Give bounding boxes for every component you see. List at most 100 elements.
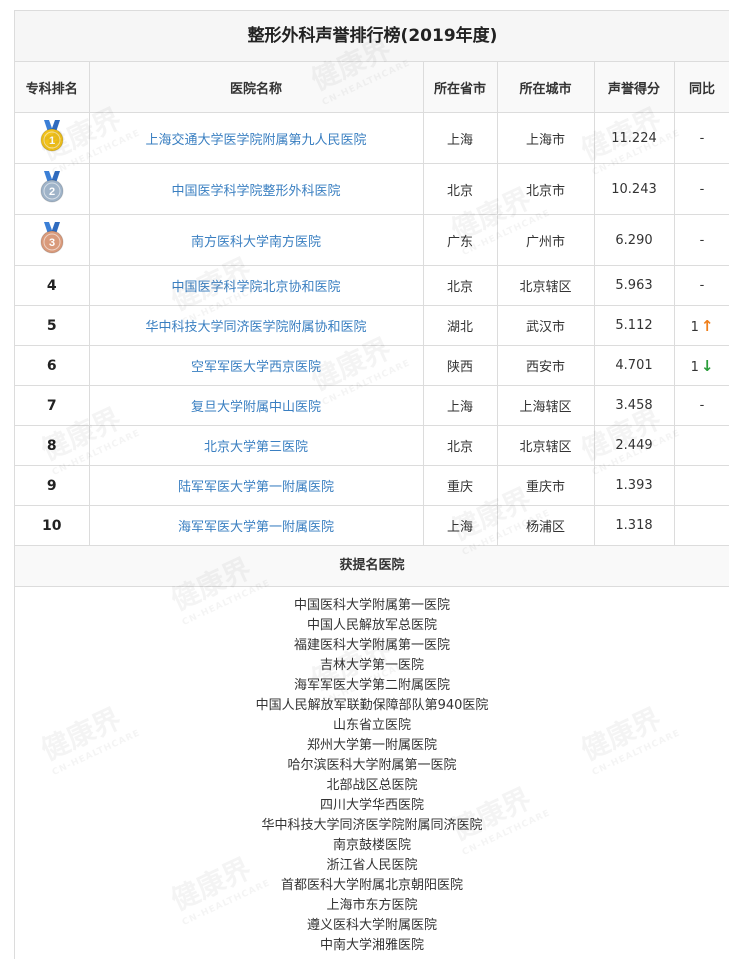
nominees-list: 中国医科大学附属第一医院 中国人民解放军总医院 福建医科大学附属第一医院 吉林大学第一… [15,587,729,964]
province-cell: 北京 [423,425,498,466]
rank-cell: 7 [15,385,90,426]
province-cell: 陕西 [423,345,498,386]
province-cell: 重庆 [423,465,498,506]
change-cell: - [674,265,729,306]
hospital-link[interactable]: 复旦大学附属中山医院 [89,385,424,426]
hospital-link[interactable]: 北京大学第三医院 [89,425,424,466]
table-row: 2 中国医学科学院整形外科医院 北京 北京市 10.243 - [15,163,729,215]
arrow-up-icon: ↑ [700,316,714,335]
city-cell: 北京辖区 [497,265,595,306]
change-cell: - [674,112,729,164]
hospital-link[interactable]: 中国医学科学院整形外科医院 [89,163,424,215]
rank-cell: 4 [15,265,90,306]
gold-medal-icon: 1 [39,120,65,156]
province-cell: 北京 [423,163,498,215]
rank-cell: 10 [15,505,90,546]
province-cell: 湖北 [423,305,498,346]
list-item: 浙江省人民医院 [326,858,418,873]
table-row: 6 空军军医大学西京医院 陕西 西安市 4.701 1 ↓ [15,345,729,386]
change-cell: - [674,214,729,266]
table-row: 9 陆军军医大学第一附属医院 重庆 重庆市 1.393 [15,465,729,506]
change-value: - [699,278,705,293]
change-cell: - [674,385,729,426]
svg-text:2: 2 [49,186,55,198]
city-cell: 武汉市 [497,305,595,346]
list-item: 福建医科大学附属第一医院 [293,638,450,653]
list-item: 中国医科大学附属第一医院 [293,598,450,613]
change-value: - [699,130,705,146]
table-row: 4 中国医学科学院北京协和医院 北京 北京辖区 5.963 - [15,265,729,306]
table-row: 10 海军军医大学第一附属医院 上海 杨浦区 1.318 [15,505,729,546]
change-value: - [699,181,705,197]
change-cell [674,505,729,546]
list-item: 首都医科大学附属北京朝阳医院 [280,878,463,893]
table-row: 7 复旦大学附属中山医院 上海 上海辖区 3.458 - [15,385,729,426]
score-cell: 1.393 [594,465,675,506]
col-province: 所在省市 [423,62,498,113]
score-cell: 11.224 [594,112,675,164]
change-value: - [699,398,705,413]
nominees-title: 获提名医院 [15,546,729,587]
col-city: 所在城市 [497,62,595,113]
rank-cell: 9 [15,465,90,506]
hospital-link[interactable]: 南方医科大学南方医院 [89,214,424,266]
province-cell: 上海 [423,505,498,546]
rank-cell: 3 [15,214,90,266]
province-cell: 上海 [423,112,498,164]
page-title: 整形外科声誉排行榜(2019年度) [15,11,729,62]
city-cell: 重庆市 [497,465,595,506]
list-item: 四川大学华西医院 [319,798,424,813]
hospital-link[interactable]: 陆军军医大学第一附属医院 [89,465,424,506]
table-header: 专科排名 医院名称 所在省市 所在城市 声誉得分 同比 [15,62,729,113]
city-cell: 广州市 [497,214,595,266]
score-cell: 6.290 [594,214,675,266]
svg-text:1: 1 [49,135,55,147]
hospital-link[interactable]: 空军军医大学西京医院 [89,345,424,386]
ranking-panel: 整形外科声誉排行榜(2019年度) 专科排名 医院名称 所在省市 所在城市 声誉… [14,10,729,959]
hospital-link[interactable]: 上海交通大学医学院附属第九人民医院 [89,112,424,164]
col-score: 声誉得分 [594,62,675,113]
province-cell: 上海 [423,385,498,426]
list-item: 吉林大学第一医院 [319,658,424,673]
list-item: 海军军医大学第二附属医院 [293,678,450,693]
ranking-table: 专科排名 医院名称 所在省市 所在城市 声誉得分 同比 1 上海交通大学医学院附属… [15,62,729,546]
bronze-medal-icon: 3 [39,222,65,258]
table-row: 3 南方医科大学南方医院 广东 广州市 6.290 - [15,214,729,266]
change-cell: - [674,163,729,215]
list-item: 中国人民解放军总医院 [306,618,437,633]
rank-cell: 1 [15,112,90,164]
city-cell: 北京辖区 [497,425,595,466]
score-cell: 1.318 [594,505,675,546]
hospital-link[interactable]: 中国医学科学院北京协和医院 [89,265,424,306]
col-change: 同比 [674,62,729,113]
rank-cell: 6 [15,345,90,386]
rank-cell: 8 [15,425,90,466]
col-rank: 专科排名 [15,62,90,113]
score-cell: 2.449 [594,425,675,466]
list-item: 南京鼓楼医院 [332,838,411,853]
change-cell [674,425,729,466]
city-cell: 西安市 [497,345,595,386]
list-item: 中国人民解放军联勤保障部队第940医院 [255,698,489,713]
rank-cell: 5 [15,305,90,346]
table-row: 1 上海交通大学医学院附属第九人民医院 上海 上海市 11.224 - [15,112,729,164]
list-item: 华中科技大学同济医学院附属同济医院 [261,818,483,833]
rank-cell: 2 [15,163,90,215]
score-cell: 5.963 [594,265,675,306]
score-cell: 4.701 [594,345,675,386]
hospital-link[interactable]: 海军军医大学第一附属医院 [89,505,424,546]
list-item: 北部战区总医院 [326,778,418,793]
arrow-down-icon: ↓ [700,356,714,375]
table-row: 8 北京大学第三医院 北京 北京辖区 2.449 [15,425,729,466]
hospital-link[interactable]: 华中科技大学同济医学院附属协和医院 [89,305,424,346]
change-value: - [699,232,705,248]
svg-text:3: 3 [49,237,55,249]
score-cell: 3.458 [594,385,675,426]
list-item: 郑州大学第一附属医院 [306,738,437,753]
change-cell: 1 ↓ [674,345,729,386]
province-cell: 广东 [423,214,498,266]
change-cell [674,465,729,506]
score-cell: 5.112 [594,305,675,346]
list-item: 上海市东方医院 [326,898,418,913]
score-cell: 10.243 [594,163,675,215]
